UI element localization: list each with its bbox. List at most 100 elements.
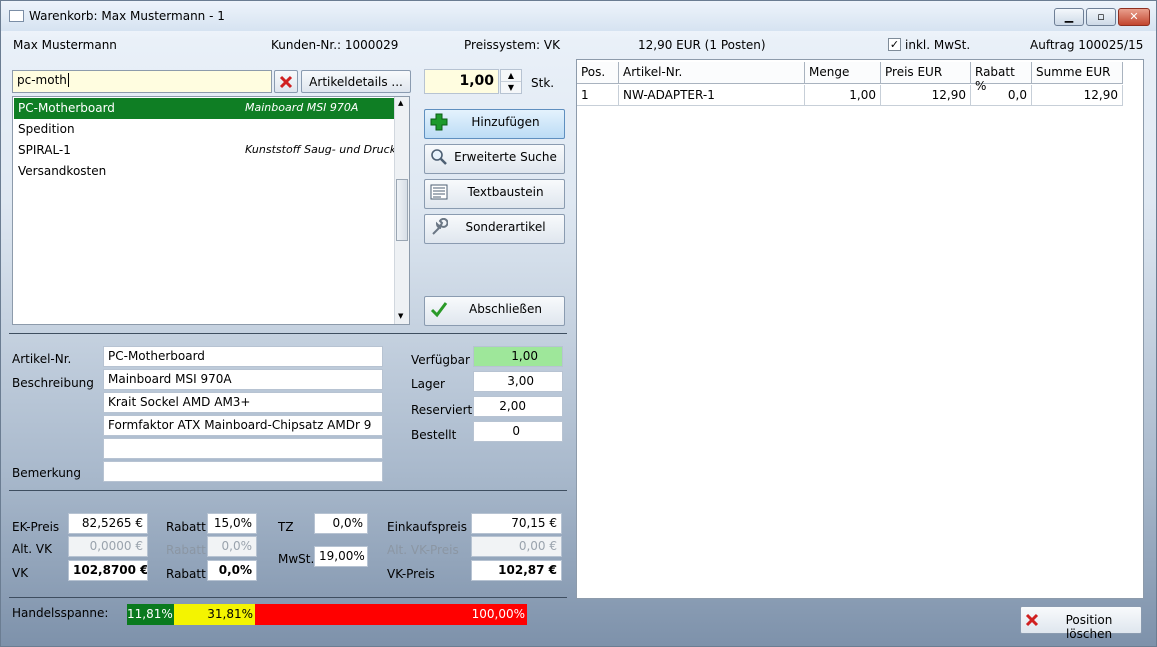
- window-title: Warenkorb: Max Mustermann - 1: [29, 9, 225, 23]
- minimize-icon: ▁: [1064, 10, 1074, 23]
- article-search-input[interactable]: pc-moth: [12, 70, 272, 93]
- table-cell-rabatt[interactable]: 0,0: [971, 85, 1032, 106]
- window-app-icon: [9, 10, 24, 22]
- inkl-mwst-checkbox[interactable]: ✓: [888, 38, 901, 51]
- quantity-stepper[interactable]: ▲ ▼: [500, 69, 522, 94]
- rabatt-field-3[interactable]: 0,0%: [207, 560, 257, 581]
- list-item[interactable]: Versandkosten: [14, 161, 395, 182]
- lager-value: 3,00: [473, 371, 563, 392]
- clear-search-button[interactable]: [274, 70, 298, 93]
- table-cell-artikel-nr[interactable]: NW-ADAPTER-1: [619, 85, 805, 106]
- einkaufspreis-field[interactable]: 70,15 €: [471, 513, 562, 534]
- vk-field[interactable]: 102,8700 €: [68, 560, 148, 581]
- checkmark-green-icon: [430, 302, 448, 318]
- hinzufuegen-label: Hinzufügen: [471, 115, 540, 129]
- article-result-list[interactable]: PC-Motherboard Mainboard MSI 970A Spediti…: [12, 96, 410, 325]
- beschreibung-line-1[interactable]: Mainboard MSI 970A: [103, 369, 383, 390]
- plus-icon: [430, 113, 448, 131]
- list-item[interactable]: Spedition: [14, 119, 395, 140]
- list-item-code: Versandkosten: [18, 164, 107, 178]
- erweiterte-suche-button[interactable]: Erweiterte Suche: [424, 144, 565, 174]
- alt-vk-preis-field: 0,00 €: [471, 536, 562, 557]
- hinzufuegen-button[interactable]: Hinzufügen: [424, 109, 565, 139]
- bemerkung-field[interactable]: [103, 461, 383, 482]
- textbaustein-label: Textbaustein: [467, 185, 544, 199]
- verfuegbar-label: Verfügbar: [411, 353, 470, 367]
- margin-segment-ek: 11,81%: [127, 604, 174, 625]
- cart-table[interactable]: Pos. Artikel-Nr. Menge Preis EUR Rabatt …: [576, 59, 1144, 599]
- title-bar: Warenkorb: Max Mustermann - 1 ▁ ▫ ✕: [1, 1, 1156, 31]
- ek-preis-field[interactable]: 82,5265 €: [68, 513, 148, 534]
- close-icon: ✕: [1129, 10, 1139, 23]
- quantity-unit: Stk.: [531, 76, 555, 90]
- scroll-up-icon[interactable]: ▲: [398, 99, 403, 107]
- bemerkung-label: Bemerkung: [12, 466, 82, 480]
- list-scrollbar[interactable]: ▲ ▼: [394, 97, 409, 324]
- tz-field[interactable]: 0,0%: [314, 513, 368, 534]
- mwst-field[interactable]: 19,00%: [314, 546, 368, 567]
- vk-preis-label: VK-Preis: [387, 567, 435, 581]
- section-divider: [9, 597, 567, 598]
- price-system: Preissystem: VK: [464, 38, 560, 52]
- stepper-up-icon[interactable]: ▲: [501, 70, 521, 82]
- textbaustein-button[interactable]: Textbaustein: [424, 179, 565, 209]
- artikeldetails-button[interactable]: Artikeldetails ...: [301, 70, 411, 93]
- list-item-code: Spedition: [18, 122, 75, 136]
- position-loeschen-button[interactable]: Position löschen: [1020, 606, 1142, 641]
- alt-vk-label: Alt. VK: [12, 542, 52, 556]
- handelsspanne-label: Handelsspanne:: [12, 606, 109, 620]
- wrench-icon: [432, 218, 448, 235]
- column-header-artikel-nr[interactable]: Artikel-Nr.: [619, 62, 805, 84]
- scroll-down-icon[interactable]: ▼: [398, 312, 403, 320]
- einkaufspreis-label: Einkaufspreis: [387, 520, 467, 534]
- table-cell-preis[interactable]: 12,90: [881, 85, 971, 106]
- reserviert-label: Reserviert: [411, 403, 473, 417]
- table-cell-menge[interactable]: 1,00: [805, 85, 881, 106]
- lager-label: Lager: [411, 377, 445, 391]
- scroll-thumb[interactable]: [396, 179, 408, 241]
- beschreibung-line-4[interactable]: [103, 438, 383, 459]
- order-number: Auftrag 100025/15: [1030, 38, 1144, 52]
- column-header-rabatt[interactable]: Rabatt %: [971, 62, 1032, 93]
- table-cell-pos[interactable]: 1: [577, 85, 619, 106]
- list-item[interactable]: PC-Motherboard Mainboard MSI 970A: [14, 98, 395, 119]
- abschliessen-button[interactable]: Abschließen: [424, 296, 565, 326]
- table-cell-summe[interactable]: 12,90: [1032, 85, 1123, 106]
- close-window-button[interactable]: ✕: [1118, 8, 1150, 26]
- artikel-nr-label: Artikel-Nr.: [12, 352, 72, 366]
- column-header-preis[interactable]: Preis EUR: [881, 62, 971, 84]
- alt-vk-preis-label: Alt. VK-Preis: [387, 543, 459, 557]
- column-header-pos[interactable]: Pos.: [577, 62, 619, 84]
- search-value: pc-moth: [17, 73, 67, 87]
- rabatt-label-2: Rabatt: [166, 543, 206, 557]
- abschliessen-label: Abschließen: [469, 302, 542, 316]
- minimize-button[interactable]: ▁: [1054, 8, 1084, 26]
- customer-name: Max Mustermann: [13, 38, 117, 52]
- section-divider: [9, 333, 567, 334]
- beschreibung-line-3[interactable]: Formfaktor ATX Mainboard-Chipsatz AMDr 9: [103, 415, 383, 436]
- magnifier-icon: [431, 149, 447, 165]
- quantity-input[interactable]: 1,00: [424, 69, 499, 94]
- erweiterte-suche-label: Erweiterte Suche: [454, 150, 557, 164]
- column-header-summe[interactable]: Summe EUR: [1032, 62, 1123, 84]
- clear-icon: [279, 75, 293, 89]
- list-item-code: PC-Motherboard: [18, 101, 115, 115]
- column-header-menge[interactable]: Menge: [805, 62, 881, 84]
- vk-preis-field[interactable]: 102,87 €: [471, 560, 562, 581]
- vk-label: VK: [12, 566, 29, 580]
- maximize-button[interactable]: ▫: [1086, 8, 1116, 26]
- rabatt-label-3: Rabatt: [166, 567, 206, 581]
- rabatt-field-1[interactable]: 15,0%: [207, 513, 257, 534]
- margin-segment-vk: 100,00%: [255, 604, 527, 625]
- stepper-down-icon[interactable]: ▼: [501, 82, 521, 93]
- customer-number: Kunden-Nr.: 1000029: [271, 38, 399, 52]
- artikel-nr-field[interactable]: PC-Motherboard: [103, 346, 383, 367]
- list-item[interactable]: SPIRAL-1 Kunststoff Saug- und Drucksch: [14, 140, 395, 161]
- beschreibung-line-2[interactable]: Krait Sockel AMD AM3+: [103, 392, 383, 413]
- mwst-label: MwSt.: [278, 552, 315, 566]
- sonderartikel-button[interactable]: Sonderartikel: [424, 214, 565, 244]
- section-divider: [9, 490, 567, 491]
- rabatt-label-1: Rabatt: [166, 520, 206, 534]
- list-item-desc: Mainboard MSI 970A: [245, 101, 359, 114]
- position-loeschen-label: Position löschen: [1065, 613, 1113, 641]
